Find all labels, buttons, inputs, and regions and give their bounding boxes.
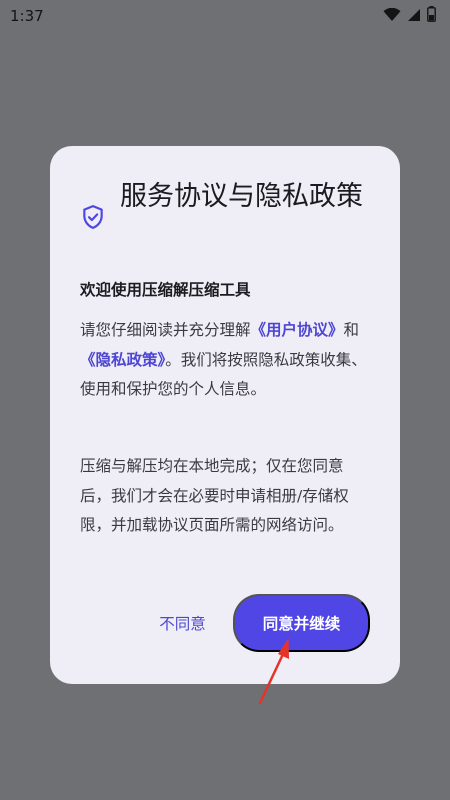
agreement-text-pre: 请您仔细阅读并充分理解 [80,321,251,339]
battery-icon [427,6,436,26]
agreement-paragraph: 请您仔细阅读并充分理解《用户协议》和《隐私政策》。我们将按照隐私政策收集、使用和… [80,316,372,405]
status-bar: 1:37 [0,0,450,32]
dialog-header: 服务协议与隐私政策 [80,178,380,230]
signal-icon [407,7,421,26]
permissions-paragraph: 压缩与解压均在本地完成；仅在您同意后，我们才会在必要时申请相册/存储权限，并加载… [80,457,349,534]
dialog-title: 服务协议与隐私政策 [120,181,363,212]
user-agreement-link[interactable]: 《用户协议》 [251,321,344,339]
disagree-button[interactable]: 不同意 [150,609,215,639]
screen: 1:37 服务协议与隐私政策 欢迎使用压缩解压缩工具 请您仔细阅读并充分理解《用… [0,0,450,800]
welcome-heading: 欢迎使用压缩解压缩工具 [80,281,251,299]
agree-continue-button[interactable]: 同意并继续 [233,594,370,652]
agreement-text-mid: 和 [343,321,360,339]
privacy-policy-link[interactable]: 《隐私政策》 [80,351,165,369]
shield-check-icon [80,204,106,230]
status-icons [383,6,436,26]
status-time: 1:37 [10,7,44,25]
privacy-dialog: 服务协议与隐私政策 欢迎使用压缩解压缩工具 请您仔细阅读并充分理解《用户协议》和… [50,146,400,684]
wifi-icon [383,7,401,26]
